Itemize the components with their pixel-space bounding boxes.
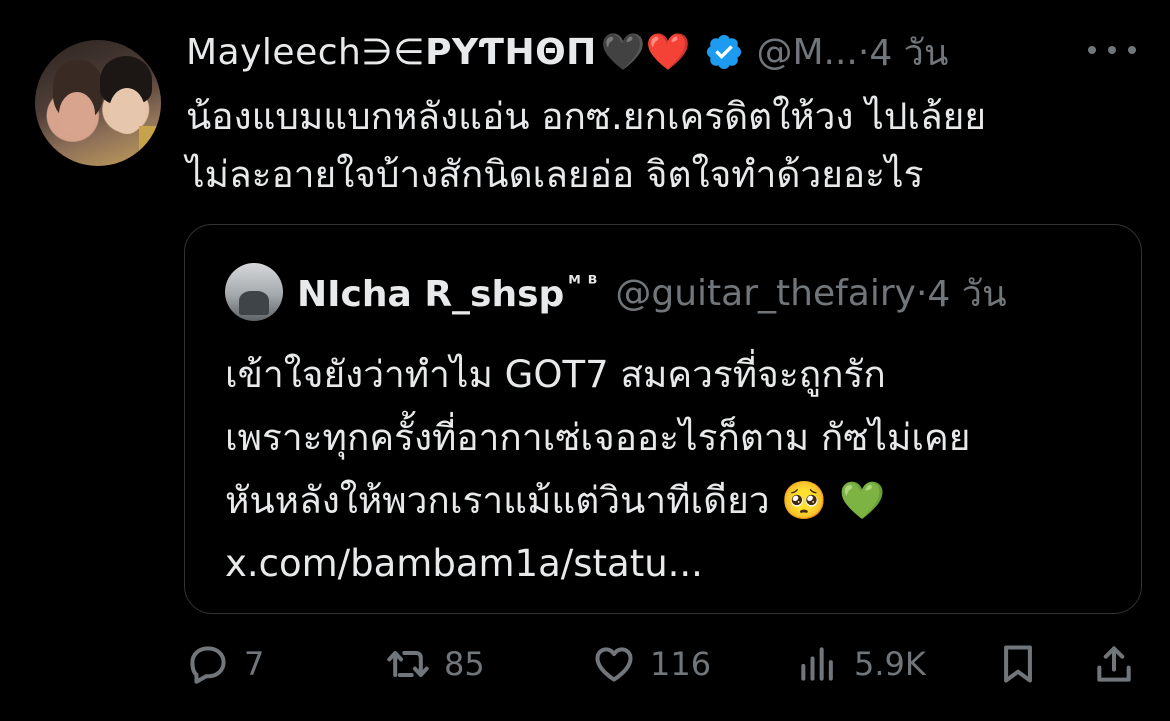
author-avatar[interactable]	[35, 40, 161, 166]
views-button[interactable]: 5.9K	[796, 636, 926, 692]
heart-icon	[595, 647, 633, 682]
repost-count: 85	[444, 645, 485, 683]
author-handle[interactable]: @M...	[756, 32, 857, 73]
bookmark-button[interactable]	[996, 636, 1040, 692]
author-display-name[interactable]: Mayleech∋∈PYƬHΘП	[186, 32, 597, 73]
quoted-tweet-text: เข้าใจยังว่าทำไม GOT7 สมควรที่จะถูกรัก เ…	[225, 343, 1105, 595]
tweet-text-line: ไม่ละอายใจบ้างสักนิดเลยอ่อ จิตใจทำด้วยอะ…	[186, 153, 924, 196]
views-chart-icon	[801, 647, 833, 681]
tweet-timestamp[interactable]: 4 วัน	[869, 24, 948, 81]
quoted-link[interactable]: x.com/bambam1a/statu...	[225, 532, 1105, 595]
repost-icon	[387, 650, 429, 678]
reply-count: 7	[244, 645, 265, 683]
like-button[interactable]: 116	[592, 636, 711, 692]
quoted-tweet-header: NIcha R_shsp ᴹ ᴮ @guitar_thefairy · 4 วัน	[297, 269, 1007, 317]
reply-button[interactable]: 7	[186, 636, 264, 692]
tweet-header: Mayleech∋∈PYƬHΘП 🖤❤️ @M... · 4 วัน	[186, 26, 948, 78]
tweet-text: น้องแบมแบกหลังแอ่น อกซ.ยกเครดิตให้วง ไปเ…	[186, 88, 1136, 204]
action-bar: 7 85 116 5.9K	[186, 636, 1136, 692]
more-options-icon[interactable]	[1088, 30, 1136, 70]
share-button[interactable]	[1092, 636, 1136, 692]
views-count: 5.9K	[854, 645, 926, 683]
quoted-author-name: NIcha R_shsp ᴹ ᴮ	[297, 271, 598, 315]
bookmark-icon	[1004, 645, 1032, 683]
quoted-tweet-timestamp: 4 วัน	[927, 273, 1007, 315]
tweet-card[interactable]: Mayleech∋∈PYƬHΘП 🖤❤️ @M... · 4 วัน น้องแ…	[0, 0, 1170, 721]
separator-dot: ·	[857, 31, 870, 73]
quoted-text-line: เข้าใจยังว่าทำไม GOT7 สมควรที่จะถูกรัก	[225, 353, 886, 396]
verified-badge-icon	[707, 34, 742, 70]
quoted-author-avatar	[225, 263, 283, 321]
separator-dot: ·	[915, 272, 928, 314]
heart-emoji: 🖤❤️	[600, 32, 691, 73]
repost-button[interactable]: 85	[386, 636, 485, 692]
tweet-text-line: น้องแบมแบกหลังแอ่น อกซ.ยกเครดิตให้วง ไปเ…	[186, 95, 987, 138]
like-count: 116	[650, 645, 712, 683]
quoted-tweet[interactable]: NIcha R_shsp ᴹ ᴮ @guitar_thefairy · 4 วัน…	[184, 224, 1142, 614]
share-icon	[1097, 646, 1131, 682]
reply-icon	[190, 646, 226, 684]
quoted-text-line: เพราะทุกครั้งที่อากาเซ่เจออะไรก็ตาม กัซไ…	[225, 416, 971, 459]
quoted-author-handle: @guitar_thefairy	[615, 272, 916, 314]
quoted-text-line: หันหลังให้พวกเราแม้แต่วินาทีเดียว 🥺 💚	[225, 479, 886, 522]
